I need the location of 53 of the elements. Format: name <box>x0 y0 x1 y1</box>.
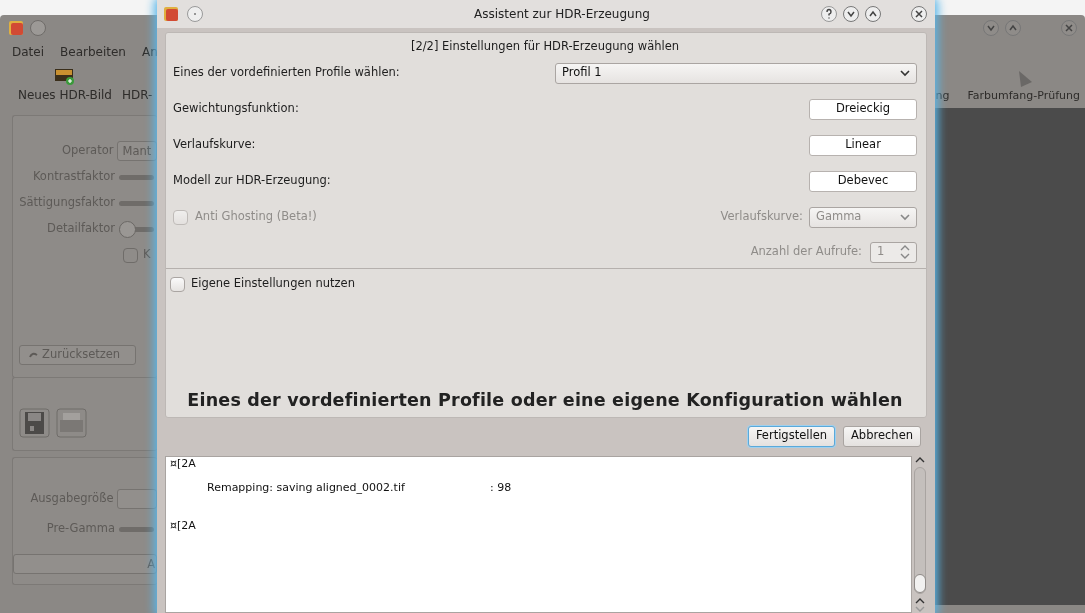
checkbox[interactable] <box>123 247 138 263</box>
field-label: Modell zur HDR-Erzeugung: <box>173 172 331 190</box>
scroll-up-icon[interactable] <box>914 456 925 464</box>
option-button[interactable]: Linear <box>809 134 917 156</box>
help-icon[interactable] <box>821 6 837 22</box>
maximize-icon[interactable] <box>865 6 881 22</box>
window-title: Assistent zur HDR-Erzeugung <box>473 6 651 23</box>
spin-arrows-icon <box>900 244 910 260</box>
log-line: Remapping: saving aligned_0002.tif <box>207 479 406 496</box>
checkbox[interactable] <box>170 276 185 292</box>
close-icon[interactable] <box>911 6 927 22</box>
field-label: Gewichtungsfunktion: <box>173 100 299 118</box>
minimize-icon[interactable] <box>843 6 859 22</box>
app-icon <box>8 20 24 36</box>
toolbar-button[interactable]: HDR- <box>121 86 153 104</box>
field-label: Verlaufskurve: <box>720 208 803 226</box>
iterations-spinbox: 1 <box>870 241 917 263</box>
checkbox-label: Eigene Einstellungen nutzen <box>191 275 355 293</box>
log-line: ¤[2A <box>170 517 196 534</box>
field-label: Verlaufskurve: <box>173 136 256 154</box>
scrollbar-thumb[interactable] <box>913 574 926 593</box>
dialog-button[interactable]: Fertigstellen <box>747 425 835 447</box>
step-heading: [2/2] Einstellungen für HDR-Erzeugung wählen <box>409 38 681 55</box>
toolbar-button[interactable]: ng <box>935 87 950 104</box>
slider-groove <box>119 174 154 180</box>
slider-groove <box>119 200 154 206</box>
dialog-button[interactable]: Abbrechen <box>843 425 921 447</box>
menu-item[interactable]: Bearbeiten <box>60 43 126 61</box>
curve-dropdown: Gamma <box>809 206 917 228</box>
hint-text: Eines der vordefinierten Profile oder eine eigene Konfiguration wählen <box>186 388 904 412</box>
slider-thumb[interactable] <box>119 220 136 238</box>
output-size-dropdown[interactable] <box>117 489 157 509</box>
log-line: ¤[2A <box>170 457 196 471</box>
chevron-down-icon <box>900 69 910 77</box>
slider[interactable] <box>119 220 154 238</box>
scroll-up-icon[interactable] <box>914 597 925 605</box>
menu-item[interactable]: Datei <box>12 43 44 61</box>
field-label: Eines der vordefinierten Profile wählen: <box>173 64 400 82</box>
toolbar-button[interactable]: Neues HDR-Bild <box>18 86 112 104</box>
option-button[interactable]: Dreieckig <box>809 98 917 120</box>
save-icon[interactable] <box>19 408 50 438</box>
menu-item[interactable]: An <box>141 43 158 61</box>
profile-dropdown[interactable]: Profil 1 <box>555 62 917 84</box>
printer-icon[interactable] <box>56 408 87 438</box>
chevron-down-icon <box>900 213 910 221</box>
checkbox-label: Anti Ghosting (Beta!) <box>195 208 317 226</box>
option-button[interactable]: Debevec <box>809 170 917 192</box>
slider-groove <box>119 526 154 532</box>
field-label: Anzahl der Aufrufe: <box>750 243 862 261</box>
log-value: : 98 <box>490 479 512 496</box>
image-add-icon[interactable] <box>53 68 76 86</box>
toolbar-button[interactable]: Farbumfang-Prüfung <box>967 87 1080 104</box>
app-icon <box>163 6 179 22</box>
